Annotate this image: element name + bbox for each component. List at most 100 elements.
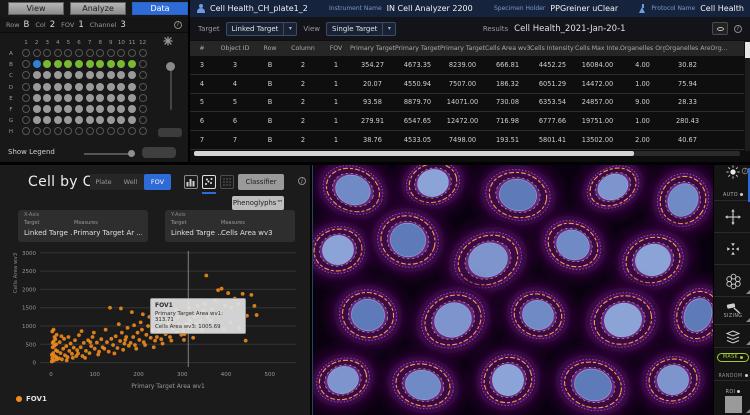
data-point[interactable]	[105, 340, 109, 344]
data-point[interactable]	[60, 334, 64, 338]
well-C7[interactable]	[86, 71, 94, 79]
well-E3[interactable]	[43, 94, 51, 102]
well-D9[interactable]	[107, 83, 115, 91]
well-D8[interactable]	[96, 83, 104, 91]
show-legend-label[interactable]: Show Legend	[8, 148, 55, 156]
data-point[interactable]	[83, 356, 87, 360]
cbc-info-icon[interactable]: i	[298, 177, 306, 185]
data-point[interactable]	[99, 337, 103, 341]
data-point[interactable]	[58, 340, 62, 344]
well-H2[interactable]	[33, 127, 41, 135]
data-point[interactable]	[61, 347, 65, 351]
pan-tool-button[interactable]	[714, 202, 750, 233]
data-point[interactable]	[51, 341, 55, 345]
results-info-icon[interactable]: i	[734, 25, 742, 33]
tab-analyze[interactable]: Analyze	[70, 2, 126, 15]
well-A8[interactable]	[96, 49, 104, 57]
well-E1[interactable]	[22, 94, 30, 102]
data-point[interactable]	[75, 348, 79, 352]
well-A6[interactable]	[75, 49, 83, 57]
grid-view-icon[interactable]	[220, 175, 234, 189]
well-A3[interactable]	[43, 49, 51, 57]
data-point[interactable]	[133, 343, 137, 347]
tab-view[interactable]: View	[8, 2, 64, 15]
well-B1[interactable]	[22, 60, 30, 68]
well-B9[interactable]	[107, 60, 115, 68]
center-fit-button[interactable]	[714, 234, 750, 265]
column-header[interactable]: Primary Target...	[440, 45, 485, 52]
data-point[interactable]	[255, 313, 259, 317]
well-A9[interactable]	[107, 49, 115, 57]
column-header[interactable]: Organelles Are...	[665, 45, 710, 52]
well-G1[interactable]	[22, 116, 30, 124]
data-point[interactable]	[53, 337, 57, 341]
data-point[interactable]	[118, 339, 122, 343]
phenoglyphs-button[interactable]: Phenoglyphs™	[232, 196, 284, 210]
well-H6[interactable]	[75, 127, 83, 135]
well-C10[interactable]	[117, 71, 125, 79]
well-E5[interactable]	[64, 94, 72, 102]
microscopy-image[interactable]	[313, 165, 713, 415]
data-point[interactable]	[66, 355, 70, 359]
well-C6[interactable]	[75, 71, 83, 79]
well-G3[interactable]	[43, 116, 51, 124]
well-D3[interactable]	[43, 83, 51, 91]
well-G10[interactable]	[117, 116, 125, 124]
well-G5[interactable]	[64, 116, 72, 124]
well-F8[interactable]	[96, 105, 104, 113]
column-header[interactable]: Column	[284, 45, 322, 52]
data-point[interactable]	[144, 333, 148, 337]
data-point[interactable]	[79, 345, 83, 349]
column-header[interactable]: Cells Intensity ...	[530, 45, 575, 52]
column-header[interactable]: Cells Max Inte...	[575, 45, 620, 52]
well-B6[interactable]	[75, 60, 83, 68]
export-button[interactable]	[712, 22, 728, 35]
well-H7[interactable]	[86, 127, 94, 135]
data-point[interactable]	[65, 359, 69, 363]
column-header[interactable]: Cells Area wv3	[485, 45, 530, 52]
data-point[interactable]	[107, 350, 111, 354]
data-point[interactable]	[77, 333, 81, 337]
data-point[interactable]	[123, 338, 127, 342]
well-F2[interactable]	[33, 105, 41, 113]
data-point[interactable]	[126, 326, 130, 330]
column-header[interactable]: Row	[256, 45, 284, 52]
well-C8[interactable]	[96, 71, 104, 79]
well-H10[interactable]	[117, 127, 125, 135]
sizing-tool-button[interactable]: SIZING	[714, 298, 750, 325]
data-point[interactable]	[140, 328, 144, 332]
well-H3[interactable]	[43, 127, 51, 135]
data-point[interactable]	[114, 334, 118, 338]
data-point[interactable]	[226, 291, 230, 295]
table-vscrollbar-track[interactable]	[745, 41, 750, 151]
well-A11[interactable]	[128, 49, 136, 57]
well-B12[interactable]	[139, 60, 147, 68]
data-point[interactable]	[88, 340, 92, 344]
data-point[interactable]	[76, 352, 80, 356]
well-F11[interactable]	[128, 105, 136, 113]
data-point[interactable]	[153, 339, 157, 343]
tab-fov[interactable]: FOV	[144, 174, 171, 190]
well-C5[interactable]	[64, 71, 72, 79]
data-point[interactable]	[71, 356, 75, 360]
well-H12[interactable]	[139, 127, 147, 135]
well-C1[interactable]	[22, 71, 30, 79]
table-hscrollbar-track[interactable]	[194, 151, 740, 156]
data-point[interactable]	[143, 343, 147, 347]
data-point[interactable]	[92, 331, 96, 335]
data-point[interactable]	[50, 353, 54, 357]
well-C3[interactable]	[43, 71, 51, 79]
data-point[interactable]	[159, 337, 163, 341]
legend-slider-track[interactable]	[84, 153, 134, 155]
well-E10[interactable]	[117, 94, 125, 102]
well-G4[interactable]	[54, 116, 62, 124]
data-point[interactable]	[139, 320, 143, 324]
data-point[interactable]	[119, 307, 123, 311]
data-point[interactable]	[149, 336, 153, 340]
data-point[interactable]	[244, 339, 248, 343]
data-point[interactable]	[104, 328, 108, 332]
data-point[interactable]	[84, 349, 88, 353]
well-E7[interactable]	[86, 94, 94, 102]
well-G12[interactable]	[139, 116, 147, 124]
well-D1[interactable]	[22, 83, 30, 91]
